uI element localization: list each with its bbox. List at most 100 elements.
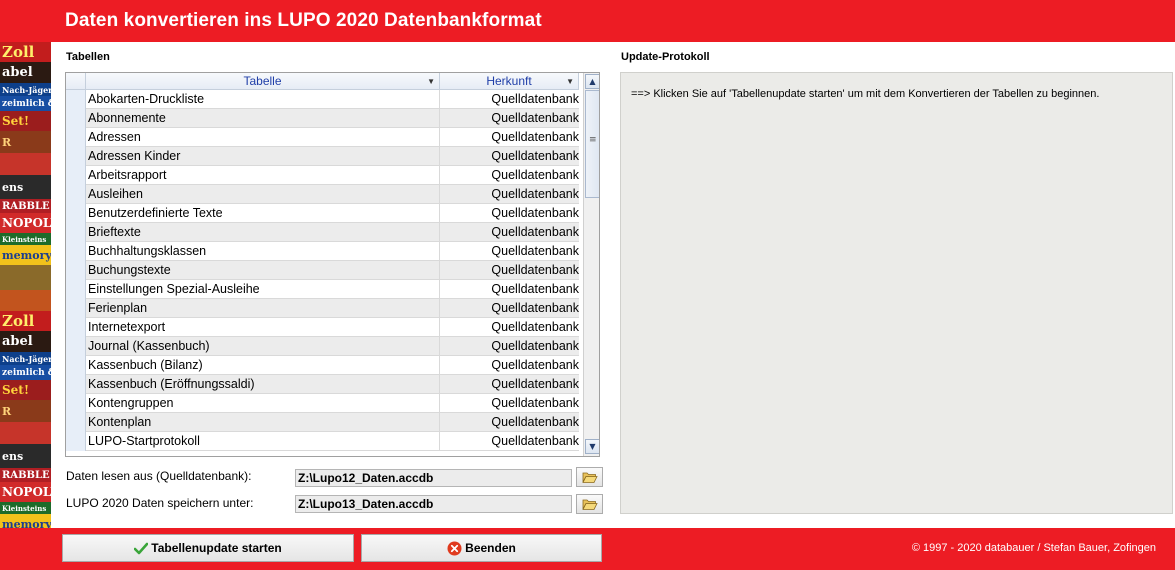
table-row[interactable]: Internetexport Quelldatenbank (66, 318, 579, 337)
cell-herkunft[interactable]: Quelldatenbank (440, 432, 579, 451)
cell-herkunft[interactable]: Quelldatenbank (440, 375, 579, 394)
table-row[interactable]: Buchhaltungsklassen Quelldatenbank (66, 242, 579, 261)
cell-tabelle[interactable]: Buchungstexte (86, 261, 440, 280)
source-db-browse-button[interactable] (576, 467, 603, 487)
cell-tabelle[interactable]: Abonnemente (86, 109, 440, 128)
cell-herkunft[interactable]: Quelldatenbank (440, 356, 579, 375)
cell-tabelle[interactable]: Buchhaltungsklassen (86, 242, 440, 261)
close-icon (447, 541, 462, 555)
scroll-down-icon[interactable]: ▼ (585, 439, 599, 454)
cell-herkunft[interactable]: Quelldatenbank (440, 261, 579, 280)
row-selector[interactable] (66, 337, 86, 356)
cell-herkunft[interactable]: Quelldatenbank (440, 109, 579, 128)
cell-tabelle[interactable]: Kassenbuch (Eröffnungssaldi) (86, 375, 440, 394)
table-row[interactable]: Kassenbuch (Bilanz) Quelldatenbank (66, 356, 579, 375)
table-row[interactable]: Kontengruppen Quelldatenbank (66, 394, 579, 413)
row-selector[interactable] (66, 223, 86, 242)
table-row[interactable]: Brieftexte Quelldatenbank (66, 223, 579, 242)
target-db-label: LUPO 2020 Daten speichern unter: (66, 496, 254, 510)
cell-tabelle[interactable]: Ausleihen (86, 185, 440, 204)
row-selector[interactable] (66, 109, 86, 128)
cell-herkunft[interactable]: Quelldatenbank (440, 337, 579, 356)
row-selector[interactable] (66, 128, 86, 147)
table-row[interactable]: Einstellungen Spezial-Ausleihe Quelldaten… (66, 280, 579, 299)
row-selector[interactable] (66, 166, 86, 185)
table-row[interactable]: Abokarten-Druckliste Quelldatenbank (66, 90, 579, 109)
table-row[interactable]: Abonnemente Quelldatenbank (66, 109, 579, 128)
table-row[interactable]: Ausleihen Quelldatenbank (66, 185, 579, 204)
scroll-up-icon[interactable]: ▲ (585, 74, 599, 89)
cell-tabelle[interactable]: Abokarten-Druckliste (86, 90, 440, 109)
table-row[interactable]: LUPO-Startprotokoll Quelldatenbank (66, 432, 579, 451)
cell-tabelle[interactable]: Brieftexte (86, 223, 440, 242)
table-row[interactable]: Adressen Quelldatenbank (66, 128, 579, 147)
row-selector[interactable] (66, 299, 86, 318)
cell-tabelle[interactable]: Kassenbuch (Bilanz) (86, 356, 440, 375)
side-decoration-strip: ZollabelNach-Jäger-Raijenzeimlich & Co.S… (0, 42, 51, 528)
row-selector[interactable] (66, 356, 86, 375)
cell-herkunft[interactable]: Quelldatenbank (440, 242, 579, 261)
row-selector[interactable] (66, 375, 86, 394)
cell-tabelle[interactable]: LUPO-Startprotokoll (86, 432, 440, 451)
cell-herkunft[interactable]: Quelldatenbank (440, 166, 579, 185)
cell-tabelle[interactable]: Kontengruppen (86, 394, 440, 413)
cell-tabelle[interactable]: Adressen Kinder (86, 147, 440, 166)
cell-herkunft[interactable]: Quelldatenbank (440, 185, 579, 204)
cell-herkunft[interactable]: Quelldatenbank (440, 299, 579, 318)
cell-herkunft[interactable]: Quelldatenbank (440, 204, 579, 223)
row-selector[interactable] (66, 413, 86, 432)
row-selector[interactable] (66, 90, 86, 109)
cell-herkunft[interactable]: Quelldatenbank (440, 318, 579, 337)
source-db-field[interactable]: Z:\Lupo12_Daten.accdb (295, 469, 572, 487)
row-selector[interactable] (66, 261, 86, 280)
cell-tabelle[interactable]: Adressen (86, 128, 440, 147)
table-row[interactable]: Kontenplan Quelldatenbank (66, 413, 579, 432)
chevron-down-icon[interactable]: ▼ (427, 74, 435, 90)
row-selector[interactable] (66, 185, 86, 204)
cell-tabelle[interactable]: Kontenplan (86, 413, 440, 432)
source-db-label: Daten lesen aus (Quelldatenbank): (66, 469, 252, 483)
table-row[interactable]: Adressen Kinder Quelldatenbank (66, 147, 579, 166)
target-db-field[interactable]: Z:\Lupo13_Daten.accdb (295, 495, 572, 513)
row-selector[interactable] (66, 242, 86, 261)
row-selector[interactable] (66, 432, 86, 451)
cell-herkunft[interactable]: Quelldatenbank (440, 280, 579, 299)
start-update-button[interactable]: Tabellenupdate starten (62, 534, 354, 562)
tables-grid[interactable]: Tabelle ▼ Herkunft ▼ Abokarten-Drucklist… (65, 72, 600, 457)
cell-tabelle[interactable]: Einstellungen Spezial-Ausleihe (86, 280, 440, 299)
table-row[interactable]: Kassenbuch (Eröffnungssaldi) Quelldatenba… (66, 375, 579, 394)
column-header-tabelle[interactable]: Tabelle ▼ (86, 73, 440, 90)
cell-herkunft[interactable]: Quelldatenbank (440, 223, 579, 242)
grid-header: Tabelle ▼ Herkunft ▼ (66, 73, 579, 90)
column-header-herkunft[interactable]: Herkunft ▼ (440, 73, 579, 90)
cell-tabelle[interactable]: Arbeitsrapport (86, 166, 440, 185)
row-selector[interactable] (66, 280, 86, 299)
table-row[interactable]: Benutzerdefinierte Texte Quelldatenbank (66, 204, 579, 223)
cell-herkunft[interactable]: Quelldatenbank (440, 394, 579, 413)
cell-tabelle[interactable]: Internetexport (86, 318, 440, 337)
exit-button[interactable]: Beenden (361, 534, 602, 562)
table-row[interactable]: Ferienplan Quelldatenbank (66, 299, 579, 318)
scrollbar-thumb[interactable]: ≡ (585, 90, 599, 198)
table-row[interactable]: Buchungstexte Quelldatenbank (66, 261, 579, 280)
cell-tabelle[interactable]: Benutzerdefinierte Texte (86, 204, 440, 223)
row-selector[interactable] (66, 318, 86, 337)
table-row[interactable]: Arbeitsrapport Quelldatenbank (66, 166, 579, 185)
cell-tabelle[interactable]: Ferienplan (86, 299, 440, 318)
cell-herkunft[interactable]: Quelldatenbank (440, 90, 579, 109)
cell-herkunft[interactable]: Quelldatenbank (440, 147, 579, 166)
row-selector[interactable] (66, 394, 86, 413)
row-selector[interactable] (66, 204, 86, 223)
game-box-spine: memory (0, 514, 51, 528)
grid-vertical-scrollbar[interactable]: ▲ ≡ ▼ (583, 73, 599, 456)
target-db-browse-button[interactable] (576, 494, 603, 514)
game-box-spine: Nach-Jäger-Raijen (0, 83, 51, 96)
chevron-down-icon[interactable]: ▼ (566, 74, 574, 90)
cell-herkunft[interactable]: Quelldatenbank (440, 128, 579, 147)
cell-herkunft[interactable]: Quelldatenbank (440, 413, 579, 432)
cell-tabelle[interactable]: Journal (Kassenbuch) (86, 337, 440, 356)
grid-select-all[interactable] (66, 73, 86, 90)
row-selector[interactable] (66, 147, 86, 166)
table-row[interactable]: Journal (Kassenbuch) Quelldatenbank (66, 337, 579, 356)
game-box-spine (0, 290, 51, 311)
